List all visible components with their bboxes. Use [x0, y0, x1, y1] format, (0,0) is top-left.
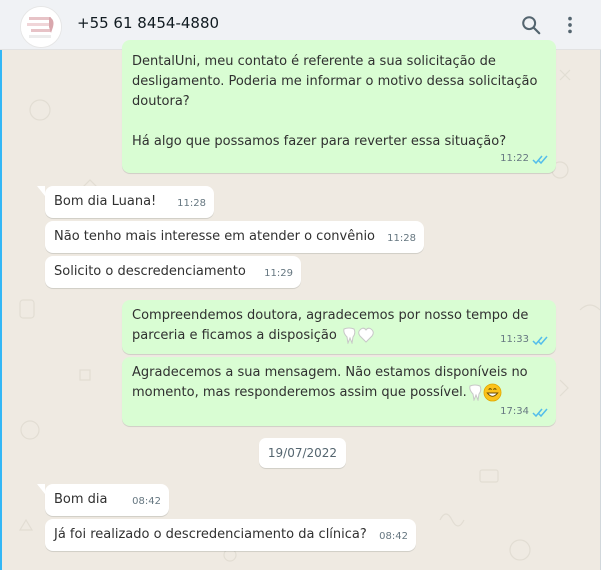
dental-logo-icon — [21, 7, 61, 47]
selection-indicator — [0, 50, 2, 570]
message-meta: 11:29 — [264, 264, 293, 284]
message-outgoing[interactable]: DentalUni, meu contato é referente a sua… — [122, 40, 556, 173]
message-text: Já foi realizado o descredenciamento da … — [54, 527, 367, 542]
message-text: Compreendemos doutora, agradecemos por n… — [132, 306, 546, 346]
tooth-icon — [469, 384, 482, 401]
message-meta: 08:42 — [132, 492, 161, 512]
message-meta: 08:42 — [379, 527, 408, 547]
message-time: 11:29 — [264, 268, 293, 279]
message-text: DentalUni, meu contato é referente a sua… — [132, 54, 538, 149]
message-meta: 11:28 — [177, 194, 206, 214]
message-outgoing[interactable]: Compreendemos doutora, agradecemos por n… — [122, 300, 556, 354]
grinning-face-icon — [483, 383, 502, 402]
message-time: 11:33 — [500, 334, 529, 345]
message-time: 11:28 — [177, 198, 206, 209]
date-separator: 19/07/2022 — [259, 438, 346, 468]
tooth-icon — [343, 327, 356, 344]
bubble-tail — [37, 186, 45, 196]
message-time: 11:22 — [500, 153, 529, 164]
message-meta: 17:34 — [500, 402, 548, 422]
message-text-content: Compreendemos doutora, agradecemos por n… — [132, 308, 529, 343]
message-meta: 11:33 — [500, 330, 548, 350]
message-incoming[interactable]: Bom dia 08:42 — [37, 484, 169, 516]
message-incoming[interactable]: Já foi realizado o descredenciamento da … — [45, 519, 416, 551]
message-text: Solicito o descredenciamento — [54, 264, 246, 279]
read-ticks-icon — [532, 155, 548, 164]
message-text: Agradecemos a sua mensagem. Não estamos … — [132, 363, 546, 403]
message-incoming[interactable]: Não tenho mais interesse em atender o co… — [45, 221, 424, 253]
search-icon[interactable] — [520, 14, 542, 36]
message-incoming[interactable]: Bom dia Luana! 11:28 — [37, 186, 214, 218]
chat-window: +55 61 8454-4880 DentalUni, meu contato … — [0, 0, 601, 570]
avatar[interactable] — [20, 6, 62, 48]
read-ticks-icon — [532, 408, 548, 417]
menu-icon[interactable] — [559, 14, 581, 36]
message-incoming[interactable]: Solicito o descredenciamento 11:29 — [45, 256, 301, 288]
message-time: 08:42 — [132, 496, 161, 507]
read-ticks-icon — [532, 336, 548, 345]
message-meta: 11:28 — [387, 229, 416, 249]
message-text: Não tenho mais interesse em atender o co… — [54, 229, 376, 244]
bubble-tail — [37, 484, 45, 494]
message-meta: 11:22 — [500, 149, 548, 169]
message-time: 08:42 — [379, 531, 408, 542]
contact-name[interactable]: +55 61 8454-4880 — [77, 14, 219, 32]
message-time: 11:28 — [387, 233, 416, 244]
white-heart-icon — [358, 327, 374, 343]
message-outgoing[interactable]: Agradecemos a sua mensagem. Não estamos … — [122, 357, 556, 426]
message-time: 17:34 — [500, 406, 529, 417]
